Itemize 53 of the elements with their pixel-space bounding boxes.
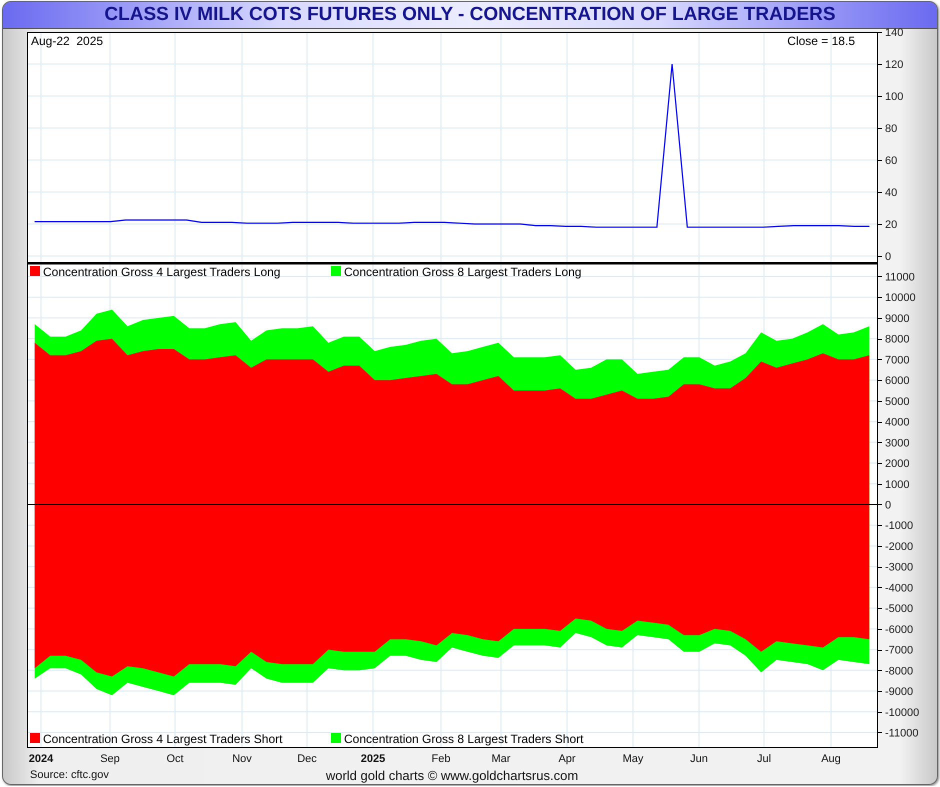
tick-label: 6000	[885, 375, 910, 388]
tick-label: -1000	[885, 520, 914, 532]
tick-label: -11000	[885, 728, 918, 740]
month-label: Sep	[100, 753, 120, 765]
tick-label: -9000	[885, 686, 914, 698]
tick-label: 0	[885, 499, 892, 512]
legend-label: Concentration Gross 4 Largest Traders Long	[43, 265, 280, 279]
close-label: Close = 18.5	[787, 34, 855, 48]
chart-title: CLASS IV MILK COTS FUTURES ONLY - CONCENTRATION OF LARGE TRADERS	[3, 2, 937, 29]
month-label: Mar	[492, 753, 510, 765]
tick-label: -6000	[885, 624, 914, 636]
tick-label: 8000	[885, 334, 910, 346]
tick-label: 120	[885, 59, 904, 71]
month-label: Jul	[756, 753, 772, 765]
tick-label: 1000	[885, 478, 910, 491]
tick-label: 40	[885, 187, 898, 199]
month-label: Feb	[432, 753, 450, 765]
month-label: Jun	[690, 753, 708, 765]
tick-label: -8000	[885, 665, 914, 678]
month-label: Oct	[166, 753, 184, 765]
month-label: Apr	[558, 753, 576, 765]
credit-line: world gold charts © www.goldchartsrus.com	[326, 768, 578, 782]
tick-label: -7000	[885, 644, 914, 657]
tick-label: -5000	[885, 603, 914, 616]
tick-label: 10000	[885, 292, 916, 304]
month-label: Nov	[232, 753, 252, 765]
month-label: Dec	[297, 753, 317, 765]
tick-label: 5000	[885, 396, 910, 408]
tick-label: 0	[885, 251, 892, 263]
tick-label: -10000	[885, 706, 920, 719]
tick-label: 7000	[885, 354, 910, 366]
tick-label: 140	[885, 27, 904, 39]
legend-label: Concentration Gross 4 Largest Traders Short	[43, 732, 282, 746]
tick-label: 11000	[885, 271, 915, 284]
legend-label: Concentration Gross 8 Largest Traders Long	[344, 265, 582, 279]
tick-label: 3000	[885, 437, 910, 450]
tick-label: -3000	[885, 562, 914, 574]
tick-label: 9000	[885, 312, 910, 325]
tick-label: 80	[885, 123, 898, 135]
tick-label: 60	[885, 155, 898, 167]
legend-label: Concentration Gross 8 Largest Traders Short	[344, 732, 584, 746]
tick-label: 2000	[885, 458, 910, 470]
tick-label: -2000	[885, 540, 914, 553]
month-label: 2025	[360, 753, 386, 765]
tick-label: 4000	[885, 416, 910, 429]
source-note: Source: cftc.gov	[29, 769, 110, 781]
month-label: May	[622, 753, 644, 765]
month-label: Aug	[821, 753, 841, 765]
date-label: Aug-22 2025	[31, 34, 104, 48]
tick-label: 20	[885, 219, 898, 231]
month-label: 2024	[28, 753, 54, 765]
tick-label: -4000	[885, 582, 914, 594]
tick-label: 100	[885, 91, 904, 103]
